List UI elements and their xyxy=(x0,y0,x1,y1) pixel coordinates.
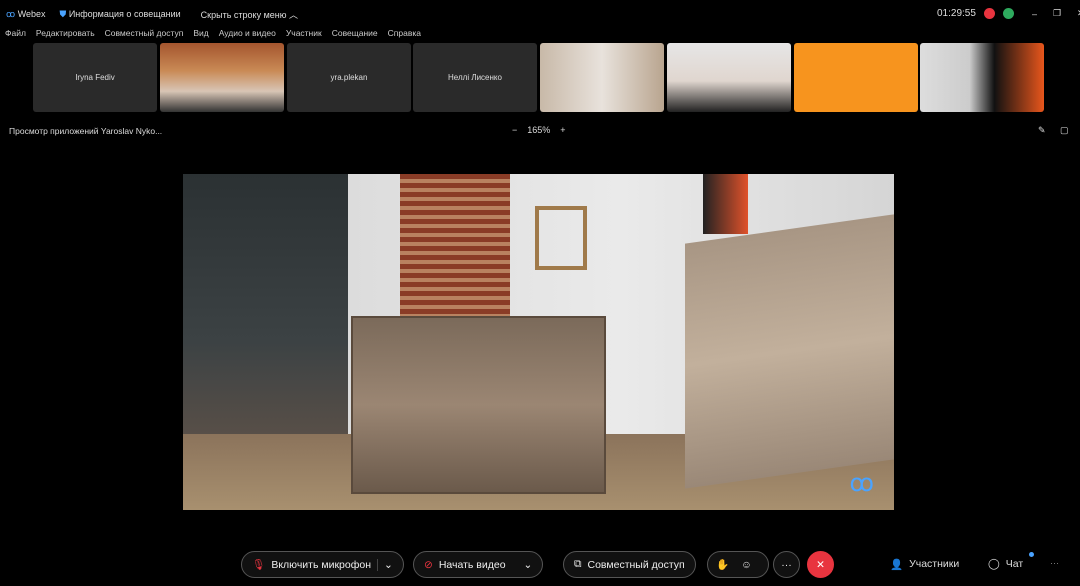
start-video-label: Начать видео xyxy=(438,558,506,571)
chevron-down-icon[interactable]: ⌄ xyxy=(377,558,393,571)
menu-edit[interactable]: Редактировать xyxy=(36,28,95,42)
share-button[interactable]: ⧉ Совместный доступ xyxy=(563,551,696,578)
chevron-down-icon[interactable]: ⌄ xyxy=(524,559,533,571)
chat-button[interactable]: ◯ Чат xyxy=(988,552,1035,570)
participant-video[interactable] xyxy=(540,43,664,112)
overflow-menu-button[interactable]: ··· xyxy=(1050,558,1059,568)
close-icon: ✕ xyxy=(816,558,825,571)
menu-bar: Файл Редактировать Совместный доступ Вид… xyxy=(0,28,421,42)
zoom-controls: − 165% + xyxy=(512,125,566,135)
participant-name: yra.plekan xyxy=(330,73,368,82)
chevron-up-icon: ︿ xyxy=(289,9,299,20)
hide-menu-label: Скрыть строку меню xyxy=(200,9,287,20)
chat-notification-badge xyxy=(1029,552,1035,557)
unmute-button[interactable]: 🎙 Включить микрофон ⌄ xyxy=(241,551,404,578)
minimize-button[interactable]: – xyxy=(1032,9,1037,19)
zoom-in-button[interactable]: + xyxy=(560,125,565,135)
menu-view[interactable]: Вид xyxy=(193,28,208,42)
shared-screen: ꝏ xyxy=(183,174,894,510)
meeting-info-label: Информация о совещании xyxy=(68,8,181,19)
menu-file[interactable]: Файл xyxy=(5,28,26,42)
audio-status-icon[interactable] xyxy=(1002,8,1014,19)
recording-icon[interactable] xyxy=(983,8,995,19)
participant-tile[interactable]: Iryna Fediv xyxy=(33,43,157,112)
more-options-button[interactable]: ··· xyxy=(773,551,800,578)
participant-video[interactable] xyxy=(920,43,1044,112)
meeting-info-button[interactable]: ⛊ Информация о совещании xyxy=(60,9,181,20)
participant-name: Неллі Лисенко xyxy=(448,73,502,82)
chat-label: Чат xyxy=(1005,558,1024,570)
raise-hand-icon[interactable]: ✋ xyxy=(716,558,729,571)
popout-icon[interactable]: ▢ xyxy=(1060,125,1069,136)
share-label: Совместный доступ xyxy=(587,558,685,571)
unmute-label: Включить микрофон xyxy=(271,558,371,571)
chat-icon: ◯ xyxy=(988,558,1000,570)
zoom-out-button[interactable]: − xyxy=(512,125,517,135)
webex-logo: ꝏ Webex xyxy=(6,9,46,20)
participant-video[interactable] xyxy=(160,43,284,112)
zoom-level: 165% xyxy=(527,125,551,135)
mic-off-icon: 🎙 xyxy=(252,559,266,571)
participant-name: Iryna Fediv xyxy=(75,73,115,82)
participant-tile[interactable]: Неллі Лисенко xyxy=(413,43,537,112)
webex-icon: ꝏ xyxy=(6,8,16,19)
restore-button[interactable]: ❐ xyxy=(1053,8,1061,19)
menu-audio-video[interactable]: Аудио и видео xyxy=(219,28,276,42)
share-title: Просмотр приложений Yaroslav Nyko... xyxy=(9,126,163,136)
menu-help[interactable]: Справка xyxy=(388,28,421,42)
app-name: Webex xyxy=(17,8,46,19)
emoji-icon[interactable]: ☺ xyxy=(741,559,752,571)
participant-video[interactable] xyxy=(667,43,791,112)
more-icon: ··· xyxy=(781,558,792,571)
webex-watermark-icon: ꝏ xyxy=(849,470,874,497)
participant-video[interactable] xyxy=(794,43,918,112)
reactions-group: ✋ ☺ xyxy=(707,551,769,578)
menu-meeting[interactable]: Совещание xyxy=(332,28,378,42)
leave-meeting-button[interactable]: ✕ xyxy=(807,551,834,578)
meeting-timer: 01:29:55 xyxy=(937,8,976,19)
shield-icon: ⛊ xyxy=(59,8,67,19)
menu-share[interactable]: Совместный доступ xyxy=(105,28,184,42)
video-off-icon: ⊘ xyxy=(424,558,433,571)
hide-menu-button[interactable]: Скрыть строку меню ︿ xyxy=(201,8,298,21)
title-bar: ꝏ Webex ⛊ Информация о совещании Скрыть … xyxy=(0,0,1080,28)
annotate-icon[interactable]: ✎ xyxy=(1038,125,1046,136)
participants-label: Участники xyxy=(909,558,960,570)
start-video-button[interactable]: ⊘ Начать видео ⌄ xyxy=(413,551,544,578)
menu-participant[interactable]: Участник xyxy=(286,28,322,42)
participant-tile[interactable]: yra.plekan xyxy=(287,43,411,112)
window-controls: 01:29:55 – ❐ ✕ xyxy=(937,8,1080,19)
share-icon: ⧉ xyxy=(574,558,582,570)
person-icon: 👤 xyxy=(890,559,904,571)
participants-button[interactable]: 👤 Участники xyxy=(890,558,959,571)
